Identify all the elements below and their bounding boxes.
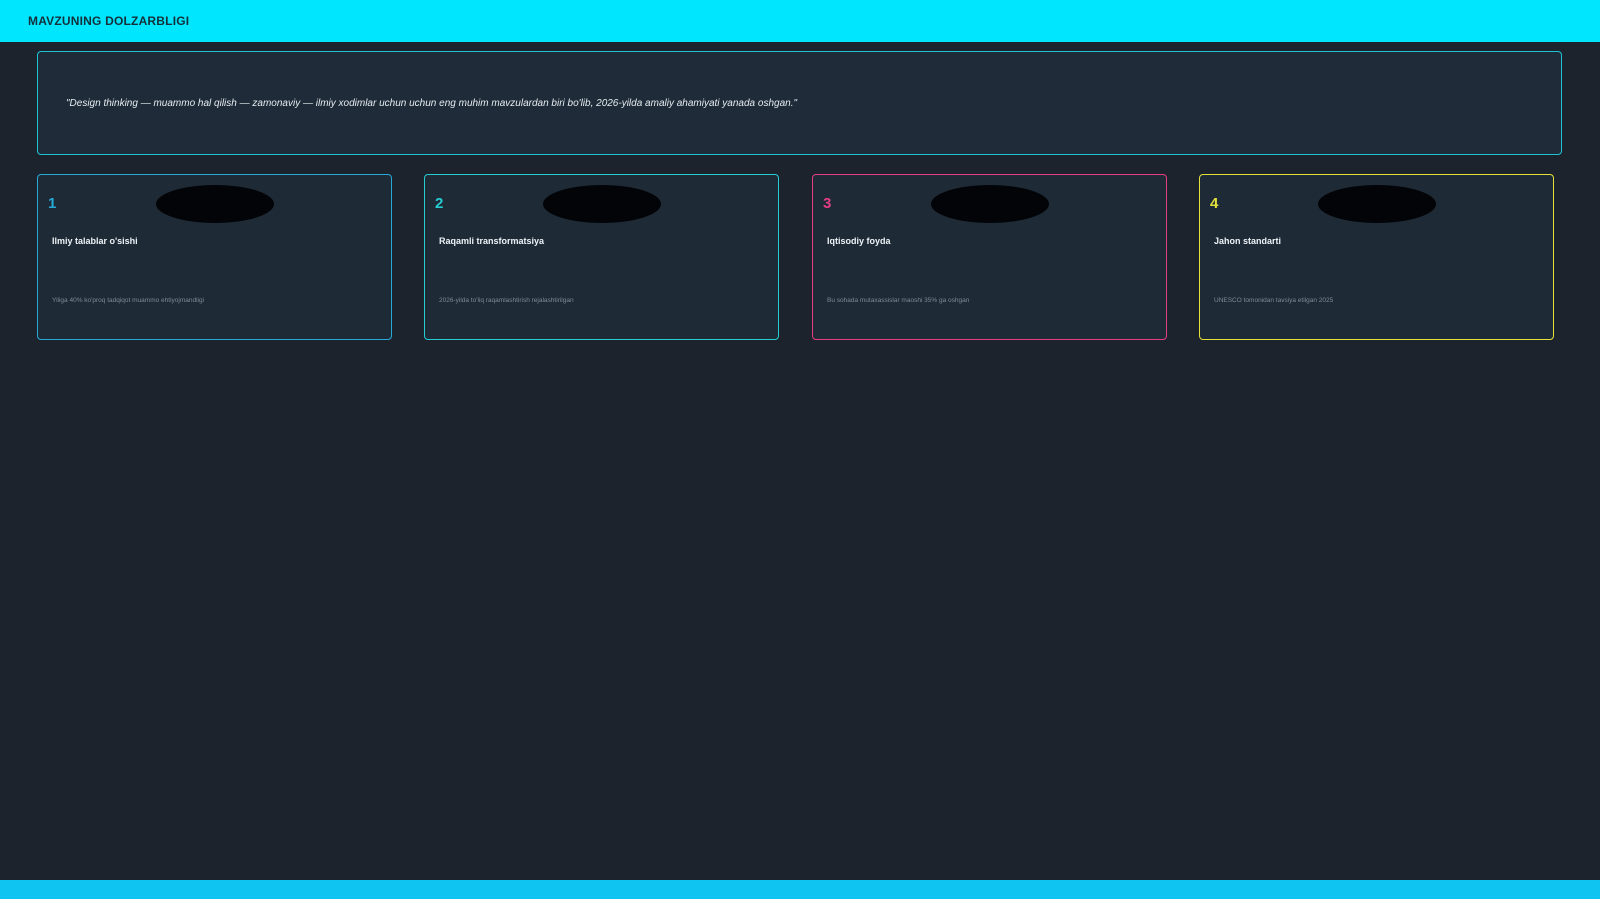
card-title: Ilmiy talablar o'sishi xyxy=(52,236,138,246)
card-image-placeholder xyxy=(156,185,274,223)
card-2: 2 Raqamli transformatsiya 2026-yilda to'… xyxy=(424,174,779,340)
card-4: 4 Jahon standarti UNESCO tomonidan tavsi… xyxy=(1199,174,1554,340)
quote-box: "Design thinking — muammo hal qilish — z… xyxy=(37,51,1562,155)
card-image-placeholder xyxy=(1318,185,1436,223)
card-number: 3 xyxy=(823,195,832,212)
card-title: Iqtisodiy foyda xyxy=(827,236,891,246)
card-description: 2026-yilda to'liq raqamlashtirish rejala… xyxy=(439,297,574,304)
card-description: UNESCO tomonidan tavsiya etilgan 2025 xyxy=(1214,297,1334,304)
card-title: Raqamli transformatsiya xyxy=(439,236,545,246)
header-bar: MAVZUNING DOLZARBLIGI xyxy=(0,0,1600,42)
card-image-placeholder xyxy=(931,185,1049,223)
card-title: Jahon standarti xyxy=(1214,236,1282,246)
card-description: Bu sohada mutaxassislar maoshi 35% ga os… xyxy=(827,297,970,304)
card-number: 4 xyxy=(1210,195,1219,212)
card-1: 1 Ilmiy talablar o'sishi Yiliga 40% ko'p… xyxy=(37,174,392,340)
card-image-placeholder xyxy=(543,185,661,223)
card-description: Yiliga 40% ko'proq tadqiqot muammo ehtiy… xyxy=(52,297,205,304)
card-number: 2 xyxy=(435,195,444,212)
footer-bar xyxy=(0,880,1600,899)
quote-text: "Design thinking — muammo hal qilish — z… xyxy=(66,97,798,109)
card-3: 3 Iqtisodiy foyda Bu sohada mutaxassisla… xyxy=(812,174,1167,340)
page-title: MAVZUNING DOLZARBLIGI xyxy=(28,14,190,28)
card-number: 1 xyxy=(48,195,57,212)
